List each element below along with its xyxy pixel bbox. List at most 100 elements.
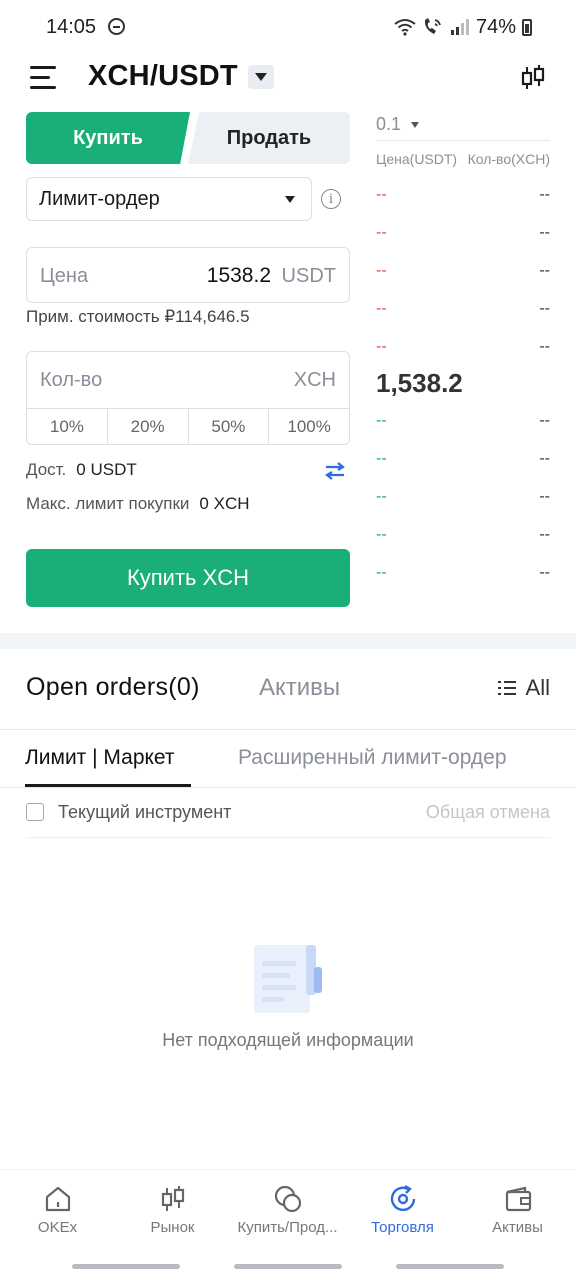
- ask-row[interactable]: -- --: [376, 338, 550, 358]
- current-instrument-label[interactable]: Текущий инструмент: [58, 802, 231, 823]
- bid-qty: --: [539, 564, 550, 581]
- bid-qty: --: [539, 526, 550, 543]
- chevron-down-icon[interactable]: [248, 65, 274, 89]
- tab-assets[interactable]: Активы: [259, 674, 340, 702]
- bid-row[interactable]: -- --: [376, 488, 550, 508]
- pair-title[interactable]: XCH/USDT: [88, 60, 238, 93]
- percent-20-button[interactable]: 20%: [108, 409, 189, 444]
- app-header: XCH/USDT: [0, 56, 576, 104]
- bid-row[interactable]: -- --: [376, 526, 550, 546]
- percent-10-button[interactable]: 10%: [27, 409, 108, 444]
- quantity-input[interactable]: Кол-во: [40, 369, 102, 392]
- bid-row[interactable]: -- --: [376, 450, 550, 470]
- max-buy-limit: Макс. лимит покупки 0 XCH: [26, 494, 250, 514]
- available-label: Дост.: [26, 460, 67, 479]
- current-instrument-checkbox[interactable]: [26, 803, 44, 821]
- book-price-header: Цена(USDT): [376, 151, 458, 167]
- ask-price: --: [376, 186, 387, 203]
- subtab-advanced-limit[interactable]: Расширенный лимит-ордер: [238, 746, 507, 770]
- price-label: Цена: [40, 265, 89, 287]
- divider: [376, 140, 550, 141]
- bid-qty: --: [539, 450, 550, 467]
- available-value: 0 USDT: [76, 460, 137, 479]
- price-input[interactable]: Цена 1538.2 USDT: [26, 247, 350, 303]
- cancel-all-button[interactable]: Общая отмена: [426, 802, 550, 823]
- gesture-bar: [234, 1264, 342, 1269]
- wifi-calling-icon: [424, 18, 441, 34]
- nav-label: Торговля: [371, 1219, 434, 1236]
- ask-price: --: [376, 224, 387, 241]
- max-buy-value: 0 XCH: [199, 494, 250, 513]
- list-icon: [497, 681, 516, 695]
- ask-row[interactable]: -- --: [376, 262, 550, 282]
- bottom-navigation: OKEx Рынок Купить/Прод... Торговля Актив…: [0, 1170, 576, 1280]
- percent-100-button[interactable]: 100%: [269, 409, 349, 444]
- bid-row[interactable]: -- --: [376, 564, 550, 584]
- approx-cost: Прим. стоимость ₽114,646.5: [26, 307, 250, 326]
- nav-buy-sell[interactable]: Купить/Прод...: [230, 1184, 345, 1244]
- ask-price: --: [376, 262, 387, 279]
- bid-row[interactable]: -- --: [376, 412, 550, 432]
- ask-qty: --: [539, 338, 550, 355]
- side-tabs: Купить Продать: [26, 112, 350, 164]
- percent-50-button[interactable]: 50%: [189, 409, 270, 444]
- price-value[interactable]: 1538.2: [207, 264, 271, 288]
- quantity-field: Кол-во XCH 10% 20% 50% 100%: [26, 351, 350, 445]
- nav-trade[interactable]: Торговля: [345, 1184, 460, 1244]
- order-type-select[interactable]: Лимит-ордер: [26, 177, 312, 221]
- bid-price: --: [376, 526, 387, 543]
- orders-header: Open orders(0) Активы All: [26, 673, 550, 707]
- nav-okex[interactable]: OKEx: [0, 1184, 115, 1244]
- battery-icon: [522, 18, 532, 36]
- order-type-value: Лимит-ордер: [39, 187, 160, 210]
- candlestick-icon: [161, 1186, 184, 1211]
- status-bar: 14:05 74%: [0, 0, 576, 56]
- status-icons: 74%: [394, 14, 532, 40]
- coins-icon: [274, 1185, 301, 1213]
- tab-sell[interactable]: Продать: [188, 112, 350, 164]
- empty-state-text: Нет подходящей информации: [162, 1030, 414, 1050]
- book-qty-header: Кол-во(XCH): [467, 151, 550, 167]
- ask-row[interactable]: -- --: [376, 224, 550, 244]
- ask-row[interactable]: -- --: [376, 300, 550, 320]
- menu-icon[interactable]: [30, 66, 56, 90]
- ask-price: --: [376, 338, 387, 355]
- tab-buy[interactable]: Купить: [26, 112, 190, 164]
- nav-market[interactable]: Рынок: [115, 1184, 230, 1244]
- quantity-unit: XCH: [293, 369, 336, 391]
- section-divider: [0, 633, 576, 649]
- caret-down-icon: [285, 196, 295, 203]
- do-not-disturb-icon: [108, 18, 125, 35]
- trade-form: Купить Продать Лимит-ордер i Цена 1538.2…: [26, 112, 350, 607]
- all-orders-button[interactable]: All: [497, 675, 550, 701]
- signal-icon: [450, 19, 469, 35]
- transfer-icon[interactable]: [324, 462, 346, 480]
- nav-assets[interactable]: Активы: [460, 1184, 575, 1244]
- bid-price: --: [376, 450, 387, 467]
- info-icon[interactable]: i: [321, 189, 341, 209]
- wallet-icon: [505, 1186, 531, 1212]
- trade-icon: [390, 1184, 415, 1211]
- price-unit: USDT: [281, 265, 336, 287]
- tab-open-orders[interactable]: Open orders(0): [26, 673, 200, 702]
- available-balance: Дост. 0 USDT: [26, 460, 137, 480]
- nav-label: OKEx: [37, 1219, 78, 1236]
- ask-qty: --: [539, 224, 550, 241]
- ask-qty: --: [539, 300, 550, 317]
- nav-label: Рынок: [150, 1219, 195, 1236]
- candlestick-chart-icon[interactable]: [518, 64, 548, 92]
- gesture-bar: [396, 1264, 504, 1269]
- ask-price: --: [376, 300, 387, 317]
- depth-select[interactable]: 0.1: [376, 114, 420, 135]
- divider: [26, 837, 550, 838]
- nav-label: Активы: [492, 1219, 543, 1236]
- last-price[interactable]: 1,538.2: [376, 368, 463, 399]
- battery-percent: 74%: [475, 15, 516, 38]
- ask-row[interactable]: -- --: [376, 186, 550, 206]
- gesture-bar: [72, 1264, 180, 1269]
- subtab-limit-market[interactable]: Лимит | Маркет: [25, 746, 175, 770]
- bid-price: --: [376, 564, 387, 581]
- bid-price: --: [376, 488, 387, 505]
- buy-button[interactable]: Купить XCH: [26, 549, 350, 607]
- all-label: All: [525, 675, 550, 700]
